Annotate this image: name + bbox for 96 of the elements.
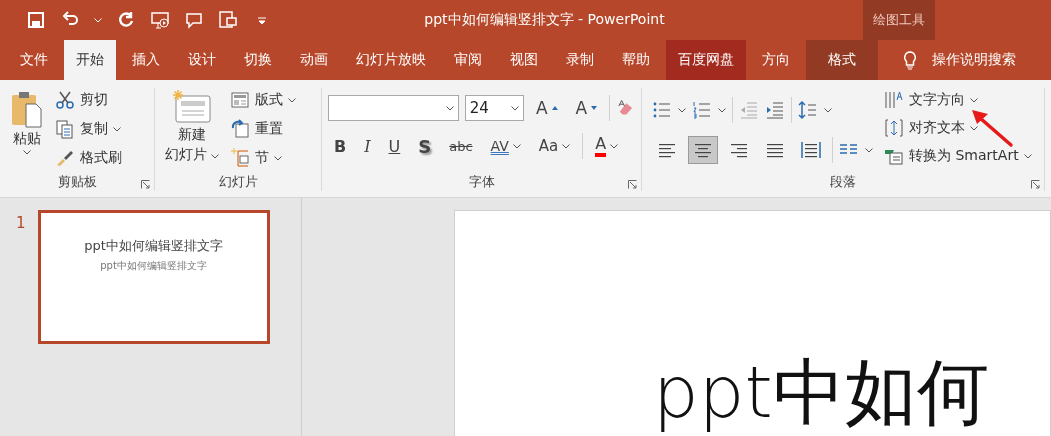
copy-button[interactable]: 复制	[52, 117, 125, 141]
contextual-tab-label: 绘图工具	[863, 0, 935, 40]
ribbon-tab[interactable]: 幻灯片放映	[344, 40, 438, 80]
caret-icon	[211, 154, 220, 159]
paste-button[interactable]: 粘贴	[6, 88, 48, 173]
ribbon-tab[interactable]: 切换	[232, 40, 284, 80]
window-title: ppt中如何编辑竖排文字 - PowerPoint	[423, 11, 666, 29]
caret-icon	[1023, 153, 1032, 159]
bold-button[interactable]: B	[328, 132, 353, 160]
caret-down-icon	[591, 106, 598, 110]
caret-icon	[970, 125, 978, 131]
caret-icon	[970, 97, 978, 103]
ribbon-tab[interactable]: 动画	[288, 40, 340, 80]
caret-icon	[678, 107, 686, 113]
group-label: 字体	[468, 173, 495, 191]
align-left-icon	[657, 141, 677, 159]
font-color-button[interactable]: A	[589, 132, 625, 160]
thumbnail-subtitle: ppt中如何编辑竖排文字	[100, 259, 207, 273]
caret-icon	[512, 143, 521, 149]
slide-number: 1	[16, 213, 26, 234]
align-right-icon	[729, 141, 749, 159]
font-name-field[interactable]	[328, 95, 459, 121]
text-direction-icon[interactable]	[884, 90, 904, 110]
caret-icon	[274, 155, 283, 161]
scissors-icon[interactable]	[55, 90, 75, 110]
spacing-button[interactable]: AV	[484, 132, 527, 160]
section-button[interactable]: 节	[227, 146, 300, 170]
eraser-icon[interactable]	[616, 98, 635, 118]
reset-icon[interactable]	[230, 119, 251, 139]
repeat-icon[interactable]	[116, 10, 136, 30]
comment-icon[interactable]	[184, 10, 204, 30]
slide-thumbnail[interactable]: ppt中如何编辑竖排文字 ppt中如何编辑竖排文字	[37, 210, 270, 344]
group-label: 幻灯片	[218, 173, 258, 191]
present-icon[interactable]	[150, 10, 170, 30]
ribbon-tab[interactable]: 插入	[120, 40, 172, 80]
caret-icon	[718, 107, 726, 113]
new-slide-icon	[172, 90, 213, 124]
caret-icon	[94, 17, 102, 23]
screen-icon[interactable]	[218, 10, 238, 30]
annotation-arrow	[970, 108, 1014, 148]
case-button[interactable]: Aa	[532, 132, 577, 160]
caret-icon	[865, 147, 873, 153]
ribbon-tab[interactable]: 审阅	[442, 40, 494, 80]
ribbon-tab[interactable]: 方向	[750, 40, 802, 80]
align-justify-icon	[765, 141, 785, 159]
increase-indent-icon[interactable]	[765, 100, 785, 120]
caret-icon	[510, 105, 519, 111]
paintbrush-icon[interactable]	[55, 148, 75, 168]
bullets-icon[interactable]	[652, 100, 672, 120]
copy-icon[interactable]	[55, 119, 75, 139]
grow-font-button[interactable]: A	[529, 94, 564, 122]
line-spacing-icon[interactable]	[798, 100, 818, 120]
caret-icon	[824, 107, 832, 113]
ribbon-tab[interactable]: 录制	[554, 40, 606, 80]
reset-button[interactable]: 重置	[227, 117, 300, 141]
align-center-icon	[693, 141, 713, 159]
group-label: 剪贴板	[57, 173, 97, 191]
clipboard-icon	[10, 90, 44, 128]
format-painter-button[interactable]: 格式刷	[52, 146, 125, 170]
shrink-font-button[interactable]: A	[569, 94, 604, 122]
thumbnail-title: ppt中如何编辑竖排文字	[84, 237, 223, 255]
caret-icon	[113, 126, 121, 132]
ribbon-tab[interactable]: 开始	[64, 40, 116, 80]
align-distribute-icon	[801, 141, 821, 159]
ribbon-tab[interactable]: 视图	[498, 40, 550, 80]
strike-button[interactable]: abc	[443, 132, 479, 160]
layout-icon[interactable]	[230, 90, 251, 110]
caret-icon	[445, 105, 454, 111]
caret-icon	[23, 150, 31, 155]
shadow-button[interactable]: S	[412, 132, 438, 160]
ribbon-tab[interactable]: 文件	[8, 40, 60, 80]
ribbon-tab[interactable]: 设计	[176, 40, 228, 80]
save-icon[interactable]	[26, 10, 46, 30]
convert-smartart-button[interactable]: 转换为 SmartArt	[881, 144, 1035, 168]
dialog-launcher-icon[interactable]	[141, 180, 150, 189]
cut-button[interactable]: 剪切	[52, 88, 125, 112]
caret-up-icon	[551, 106, 558, 110]
ribbon-tab[interactable]: 格式	[806, 40, 878, 80]
caret-icon	[562, 143, 571, 149]
caret-icon	[288, 97, 297, 103]
text-direction-button[interactable]: 文字方向	[881, 88, 1035, 112]
dialog-launcher-icon[interactable]	[628, 180, 637, 189]
underline-button[interactable]: U	[382, 132, 407, 160]
dialog-launcher-icon[interactable]	[1031, 180, 1040, 189]
ribbon-tab[interactable]: 百度网盘	[666, 40, 746, 80]
font-size-field[interactable]: 24	[464, 95, 524, 121]
italic-button[interactable]: I	[358, 132, 377, 160]
caret-icon	[610, 143, 619, 149]
new-slide-button[interactable]: 新建 幻灯片	[161, 88, 224, 173]
tell-me-search[interactable]: 操作说明搜索	[932, 51, 1016, 69]
layout-button[interactable]: 版式	[227, 88, 300, 112]
group-label: 段落	[830, 173, 856, 191]
align-center-button[interactable]	[688, 136, 718, 164]
align-text-button[interactable]: 对齐文本	[881, 116, 1035, 140]
align-text-icon[interactable]	[884, 118, 904, 138]
ribbon-tab[interactable]: 帮助	[610, 40, 662, 80]
